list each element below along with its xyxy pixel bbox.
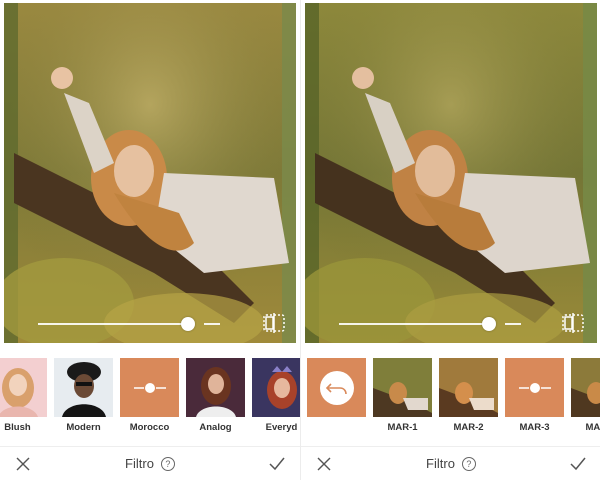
filter-label: Everyd <box>265 422 298 433</box>
close-icon <box>16 457 30 470</box>
filter-label: Morocco <box>129 422 170 433</box>
intensity-slider-track-filled[interactable] <box>339 323 491 325</box>
cancel-button[interactable] <box>14 455 32 473</box>
intensity-slider-knob[interactable] <box>482 317 496 331</box>
filter-label: Analog <box>199 422 232 433</box>
bar-title: Filtro ? <box>125 456 175 471</box>
filter-label: Modern <box>66 422 101 433</box>
slider-icon <box>120 358 179 417</box>
filter-label: MAR-3 <box>519 422 550 433</box>
bar-title: Filtro ? <box>426 456 476 471</box>
filter-label: MAR-4 <box>585 422 600 433</box>
right-editor-screen: MAR-1 MAR-2 MAR-3 MA Filtro ? <box>300 0 600 480</box>
title-text: Filtro <box>125 456 154 471</box>
intensity-slider-knob[interactable] <box>181 317 195 331</box>
filter-thumb-morocco[interactable]: Morocco <box>120 358 179 440</box>
filter-thumb-modern[interactable]: Modern <box>54 358 113 440</box>
filter-label: MAR-2 <box>453 422 484 433</box>
filter-thumb-everyday[interactable]: Everyd <box>252 358 300 440</box>
slider-icon <box>505 358 564 417</box>
photo-image <box>4 3 296 343</box>
filter-label: MAR-1 <box>387 422 418 433</box>
compare-icon[interactable] <box>262 312 286 334</box>
analog-thumb-image <box>186 358 245 417</box>
everyday-thumb-image <box>252 358 300 417</box>
filter-strip: MAR-1 MAR-2 MAR-3 MA <box>301 358 600 440</box>
help-icon[interactable]: ? <box>160 456 175 471</box>
filter-thumb-mar-3[interactable]: MAR-3 <box>505 358 564 440</box>
filter-thumb-mar-4[interactable]: MAR-4 <box>571 358 600 440</box>
mar-2-thumb-image <box>439 358 498 417</box>
filter-thumb-mar-1[interactable]: MAR-1 <box>373 358 432 440</box>
filter-thumb-analog[interactable]: Analog <box>186 358 245 440</box>
check-icon <box>570 457 586 470</box>
intensity-slider-track-rest[interactable] <box>204 323 220 325</box>
photo-preview <box>4 3 296 343</box>
mar-4-thumb-image <box>571 358 600 417</box>
filter-strip: Blush Modern Morocco Analog Everyd <box>0 358 300 440</box>
modern-thumb-image <box>54 358 113 417</box>
photo-preview <box>305 3 597 343</box>
left-editor-screen: Blush Modern Morocco Analog Everyd Filtr… <box>0 0 300 480</box>
mar-3-thumb-image <box>505 358 564 417</box>
check-icon <box>269 457 285 470</box>
help-icon[interactable]: ? <box>461 456 476 471</box>
morocco-thumb-image <box>120 358 179 417</box>
back-icon <box>307 358 366 417</box>
intensity-slider-track-filled[interactable] <box>38 323 190 325</box>
filter-thumb-blush[interactable]: Blush <box>0 358 47 440</box>
filter-label: Blush <box>4 422 31 433</box>
close-icon <box>317 457 331 470</box>
compare-icon[interactable] <box>561 312 585 334</box>
back-thumb-image <box>307 358 366 417</box>
cancel-button[interactable] <box>315 455 333 473</box>
filter-thumb-mar-2[interactable]: MAR-2 <box>439 358 498 440</box>
bottom-bar: Filtro ? <box>301 446 600 480</box>
filter-back-button[interactable] <box>307 358 366 440</box>
photo-image <box>305 3 597 343</box>
confirm-button[interactable] <box>268 455 286 473</box>
blush-thumb-image <box>0 358 47 417</box>
title-text: Filtro <box>426 456 455 471</box>
intensity-slider-track-rest[interactable] <box>505 323 521 325</box>
mar-1-thumb-image <box>373 358 432 417</box>
bottom-bar: Filtro ? <box>0 446 300 480</box>
confirm-button[interactable] <box>569 455 587 473</box>
